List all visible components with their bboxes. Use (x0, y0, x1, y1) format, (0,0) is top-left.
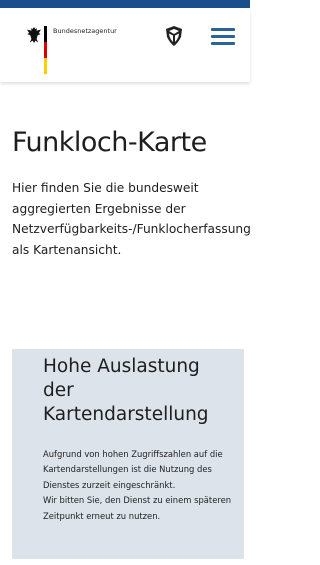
org-name: Bundesnetzagentur (53, 27, 117, 35)
intro-text: Hier finden Sie die bundesweit aggregier… (12, 181, 251, 257)
hamburger-menu-icon[interactable] (211, 25, 235, 47)
german-flag-stripe (44, 26, 47, 74)
page-title: Funkloch-Karte (12, 127, 207, 158)
notice-paragraph-2: Wir bitten Sie, den Dienst zu einem spät… (43, 495, 232, 521)
notice-paragraph-1: Aufgrund von hohen Zugriffszahlen auf di… (43, 449, 223, 490)
notice-box: Hohe Auslastung der Kartendarstellung Au… (12, 349, 244, 559)
top-accent-bar (0, 0, 250, 8)
shield-icon[interactable] (164, 25, 184, 47)
federal-eagle-icon (27, 27, 41, 43)
bundesnetzagentur-logo[interactable]: Bundesnetzagentur (26, 26, 166, 76)
site-header: Bundesnetzagentur (0, 8, 250, 82)
notice-text: Aufgrund von hohen Zugriffszahlen auf di… (43, 447, 238, 524)
notice-title: Hohe Auslastung der Kartendarstellung (43, 356, 209, 425)
